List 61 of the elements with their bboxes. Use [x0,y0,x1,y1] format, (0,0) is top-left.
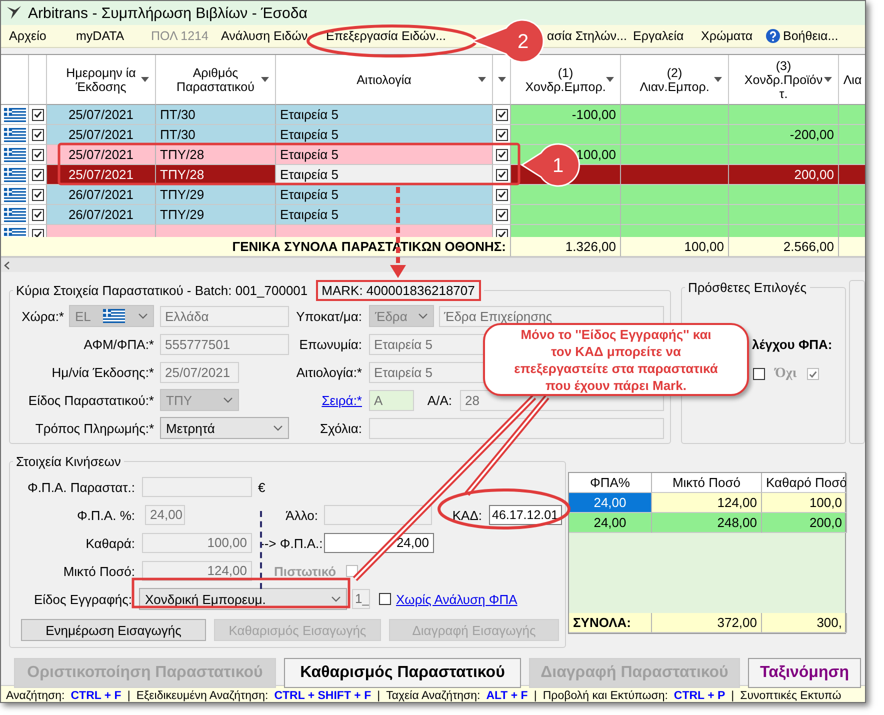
shortcut-key: CTRL + F [70,690,122,702]
field-label: € [258,480,266,494]
callout-badge: 2 [471,19,544,63]
table-cell: 100,00 [621,237,729,257]
shortcut-key: ALT + F [486,690,528,702]
shortcut-label: Εξειδικευμένη Αναζήτηση: [136,690,268,702]
separator-text: | [731,690,734,702]
shortcut-label: Συνοπτικές Εκτυπώ [740,690,842,702]
table-cell: 248,00 [652,513,762,533]
separator-text: | [127,690,130,702]
shortcut-label: Αναζήτηση: [6,690,65,702]
shortcut-key: CTRL + SHIFT + F [274,690,372,702]
column-header: (3) Χονδρ.Προϊόν τ. [744,58,823,100]
field-label: Χώρα:* [22,308,64,324]
field-label: Α/Α: [427,392,452,408]
field-label: Άλλο: [286,508,318,522]
table-cell: 200,0 [762,513,847,533]
table-cell: 1.326,00 [511,237,621,257]
table-cell: ΣΥΝΟΛΑ: [569,613,652,633]
field-label: Επωνυμία: [299,336,362,352]
field-label: Υποκατ/μα: [296,308,362,324]
table-cell: -200,00 [729,125,839,145]
field-label: ΑΦΜ/ΦΠΑ:* [84,336,154,352]
field-label: Είδος Εγγραφής: [34,592,132,606]
mark-number: MARK: 400001836218707 [316,280,481,301]
table-cell: 372,00 [652,613,762,633]
column-header: (2) Λιαν.Εμπορ. [640,66,710,94]
group-title: Κύρια Στοιχεία Παραστατικού - Batch: 001_700001 [16,283,308,298]
table-cell: -100,00 [511,105,621,125]
column-header: (1) Χονδρ.Εμπορ. [525,66,606,94]
field-label: ΚΑΔ: [452,508,482,522]
shortcut-label: Ταχεία Αναζήτηση: [386,690,480,702]
group-title: Στοιχεία Κινήσεων [16,454,121,469]
table-cell: 24,00 [569,513,652,533]
column-header: Λια [843,72,862,86]
field-label: λέγχου ΦΠΑ: [752,337,834,352]
field-label: Μικτό Ποσό: [63,564,135,578]
table-cell: 24,00 [569,493,652,513]
field-label: Όχι [775,366,797,382]
field-label: Πιστωτικό [274,564,336,578]
table-cell: 300, [762,613,847,633]
column-header: Αιτιολογία [356,72,412,86]
field-label: Ημ/νία Έκδοσης:* [52,364,154,380]
separator-text: | [534,690,537,702]
field-label: Αιτιολογία:* [296,364,362,380]
window-title: Arbitrans - Συμπλήρωση Βιβλίων - Έσοδα [28,4,308,22]
field-label: Φ.Π.Α. Παραστατ.: [27,480,135,494]
column-header: Αριθμός Παραστατικού [176,66,254,94]
table-cell: 2.566,00 [729,237,839,257]
field-label: Είδος Παραστατικού:* [28,392,154,408]
field-label: Σχόλια: [320,420,362,436]
field-label: Φ.Π.Α. %: [76,508,135,522]
note-tooltip: Μόνο το ''Είδος Εγγραφής'' και τον ΚΑΔ μπορείτε να επεξεργαστείτε στα παραστατικά που έχουν πάρει Mark. [483,323,749,396]
shortcut-label: Προβολή και Εκτύπωση: [542,690,668,702]
field-label: Καθαρά: [86,536,135,550]
shortcut-key: CTRL + P [674,690,726,702]
field-label: Τρόπος Πληρωμής:* [35,420,154,436]
column-header: Ημερομην ία Έκδοσης [66,66,136,94]
group-title: Πρόσθετες Επιλογές [688,280,806,295]
table-cell: Εταιρεία 5 [276,165,493,185]
separator-text: | [377,690,380,702]
